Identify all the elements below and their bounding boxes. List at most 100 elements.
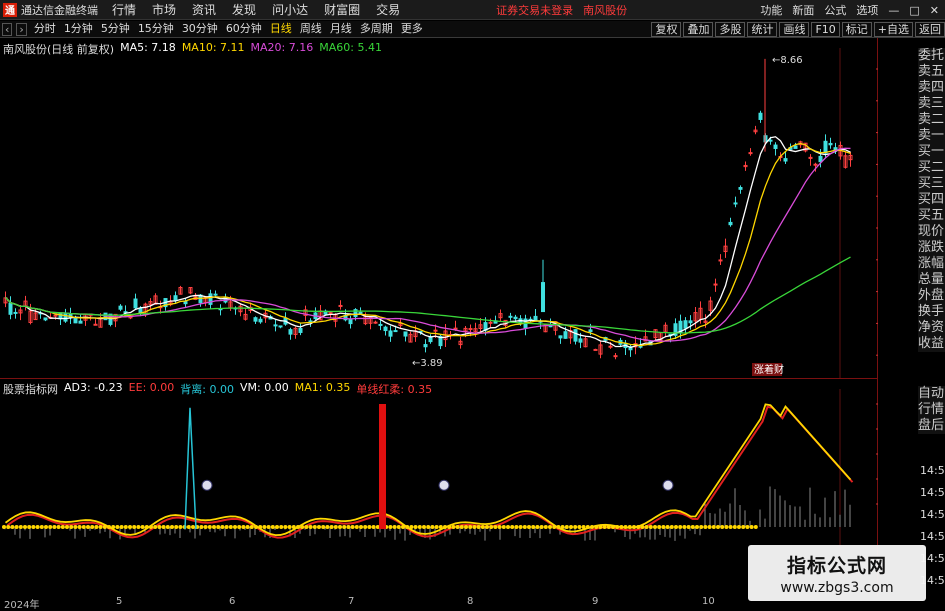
period-weekly[interactable]: 周线 <box>297 22 325 36</box>
menu-discover[interactable]: 发现 <box>232 1 256 18</box>
candle-body <box>338 304 343 307</box>
zero-dot <box>325 525 330 529</box>
period-15min[interactable]: 15分钟 <box>135 22 177 36</box>
kline-chart[interactable]: 8.508.007.507.006.506.005.505.004.504.00… <box>0 38 918 378</box>
zero-dot <box>165 525 170 529</box>
zero-dot <box>312 525 317 529</box>
period-monthly[interactable]: 月线 <box>327 22 355 36</box>
vm-label: VM: 0.00 <box>239 381 289 394</box>
zero-dot <box>636 525 641 529</box>
yellow-curve <box>4 403 852 536</box>
zero-dot <box>674 525 678 529</box>
return-button[interactable]: 返回 <box>915 22 945 37</box>
zero-dot <box>291 525 296 529</box>
mark-button[interactable]: 标记 <box>841 22 872 37</box>
zero-dot <box>602 525 607 529</box>
nav-forward-icon[interactable]: › <box>16 22 27 36</box>
menu-market[interactable]: 市场 <box>152 1 176 18</box>
zero-dot <box>321 525 326 529</box>
zero-dot <box>52 525 57 529</box>
menu-formula[interactable]: 公式 <box>824 2 846 18</box>
quote-row: 涨跌 <box>918 240 945 256</box>
candle-body <box>793 145 798 149</box>
zero-dot <box>275 525 279 529</box>
kline-chart-panel[interactable]: 8.508.007.507.006.506.005.505.004.504.00… <box>0 38 918 378</box>
zero-dot <box>556 525 561 529</box>
zero-dot <box>304 525 309 529</box>
period-daily[interactable]: 日线 <box>267 22 295 36</box>
zero-dot <box>354 525 359 529</box>
menu-function[interactable]: 功能 <box>760 2 782 18</box>
zero-dot <box>426 525 431 529</box>
zero-dot <box>417 525 422 529</box>
zero-dot <box>451 525 456 529</box>
zero-dot <box>548 525 552 529</box>
auto-tab[interactable]: 自动 <box>918 386 945 402</box>
menu-news[interactable]: 资讯 <box>192 1 216 18</box>
menu-options[interactable]: 选项 <box>856 2 878 18</box>
zero-dot <box>472 525 477 529</box>
maximize-icon[interactable]: □ <box>909 4 919 17</box>
date-label: 8 <box>467 596 474 607</box>
zero-dot <box>535 525 540 529</box>
draw-button[interactable]: 画线 <box>779 22 810 37</box>
period-60min[interactable]: 60分钟 <box>223 22 265 36</box>
period-multi[interactable]: 多周期 <box>357 22 396 36</box>
divergence-spike <box>184 407 197 530</box>
indicator-chart[interactable]: 1.000.800.600.400.20 <box>0 379 918 597</box>
quote-tab[interactable]: 行情 <box>918 402 945 418</box>
candle-body <box>768 139 773 142</box>
indicator-legend: 股票指标网 AD3: -0.23 EE: 0.00 背离: 0.00 VM: 0… <box>3 381 432 397</box>
period-5min[interactable]: 5分钟 <box>98 22 133 36</box>
indicator-name[interactable]: 股票指标网 <box>3 381 58 397</box>
quote-row[interactable]: 委托 <box>918 48 945 64</box>
zero-dot <box>224 525 229 529</box>
menu-new-page[interactable]: 新面 <box>792 2 814 18</box>
quote-row: 换手 <box>918 304 945 320</box>
candle-body <box>728 221 733 226</box>
candle-body <box>43 317 48 321</box>
zero-dot <box>657 525 662 529</box>
minimize-icon[interactable]: — <box>888 4 899 17</box>
menu-wealth[interactable]: 财富圈 <box>324 1 360 18</box>
zero-dot <box>249 525 254 529</box>
candle-body <box>688 320 693 324</box>
close-icon[interactable]: ✕ <box>930 4 939 17</box>
zero-dot <box>711 525 716 529</box>
tag-label: 涨着财 <box>754 363 784 376</box>
add-watchlist-button[interactable]: +自选 <box>873 22 913 37</box>
indicator-panel[interactable]: 1.000.800.600.400.20 <box>0 378 918 597</box>
zero-dot <box>254 525 258 529</box>
menu-bar: 通 通达信金融终端 行情 市场 资讯 发现 问小达 财富圈 交易 证券交易未登录… <box>0 0 945 20</box>
quote-row: 买二 <box>918 160 945 176</box>
zero-dot <box>342 525 347 529</box>
after-hours-tab[interactable]: 盘后 <box>918 418 945 434</box>
period-tick[interactable]: 分时 <box>31 22 59 36</box>
multi-stock-button[interactable]: 多股 <box>715 22 746 37</box>
candle-body <box>8 302 13 315</box>
period-30min[interactable]: 30分钟 <box>179 22 221 36</box>
candle-body <box>733 202 738 205</box>
candle-body <box>53 314 58 317</box>
period-more[interactable]: 更多 <box>398 22 426 36</box>
menu-trade[interactable]: 交易 <box>376 1 400 18</box>
ma20-line <box>5 147 851 342</box>
login-warning[interactable]: 证券交易未登录 <box>496 2 573 18</box>
zero-dot <box>732 525 737 529</box>
stats-button[interactable]: 统计 <box>747 22 778 37</box>
zero-dot <box>690 525 695 529</box>
zero-dot <box>564 525 569 529</box>
candle-body <box>563 331 568 339</box>
zero-dot <box>569 525 573 529</box>
zero-dot <box>476 525 481 529</box>
f10-button[interactable]: F10 <box>811 22 840 37</box>
adjust-button[interactable]: 复权 <box>651 22 682 37</box>
menu-ask[interactable]: 问小达 <box>272 1 308 18</box>
zero-dot <box>191 525 195 529</box>
zero-dot <box>90 525 95 529</box>
zero-dot <box>518 525 523 529</box>
nav-back-icon[interactable]: ‹ <box>2 22 13 36</box>
overlay-button[interactable]: 叠加 <box>683 22 714 37</box>
period-1min[interactable]: 1分钟 <box>61 22 96 36</box>
menu-quotes[interactable]: 行情 <box>112 1 136 18</box>
